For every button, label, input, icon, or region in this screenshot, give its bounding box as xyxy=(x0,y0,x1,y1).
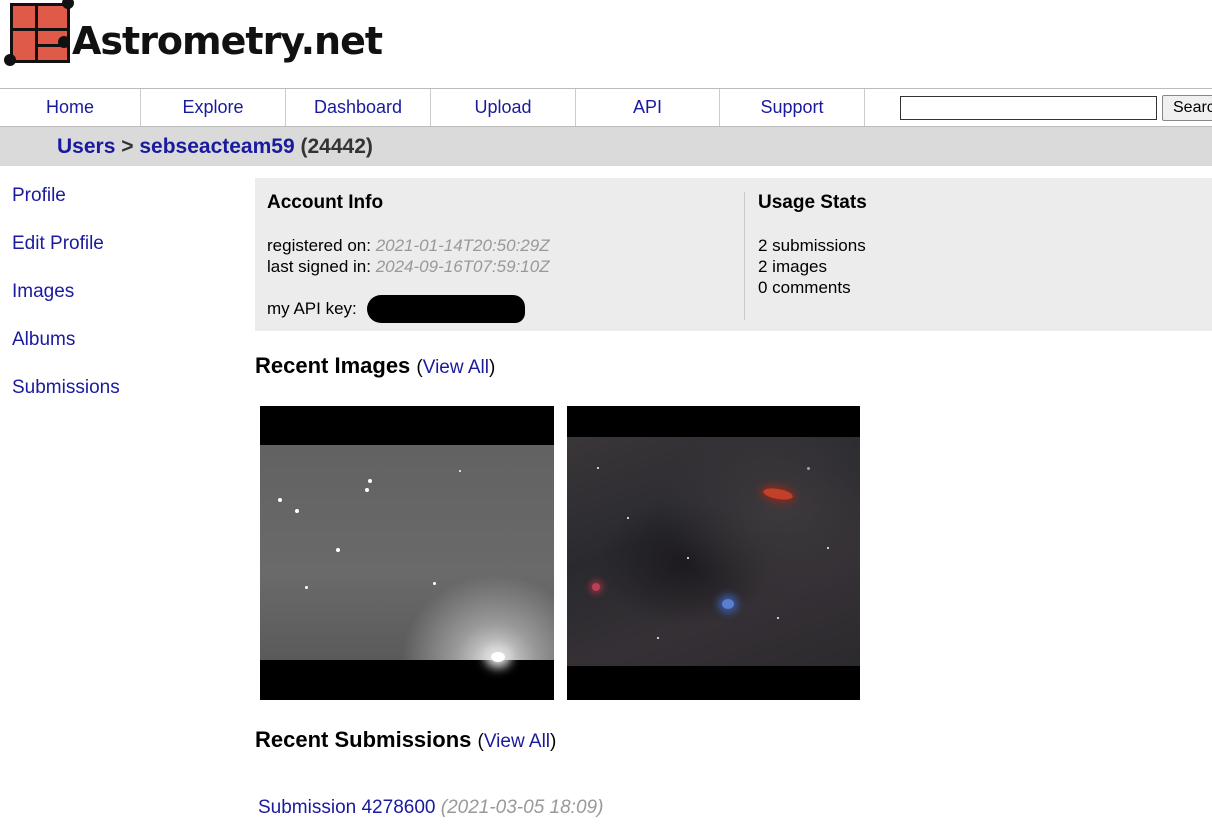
last-signed-in: last signed in: 2024-09-16T07:59:10Z xyxy=(267,257,550,277)
search-button[interactable]: Searc xyxy=(1162,95,1212,121)
signed-value: 2024-09-16T07:59:10Z xyxy=(375,257,550,276)
nav-upload[interactable]: Upload xyxy=(431,89,576,126)
breadcrumb-user-link[interactable]: sebseacteam59 xyxy=(139,135,294,158)
nav-support[interactable]: Support xyxy=(720,89,865,126)
breadcrumb-users-link[interactable]: Users xyxy=(57,135,115,158)
image-thumbnail[interactable] xyxy=(567,406,860,700)
submission-link[interactable]: Submission 4278600 xyxy=(258,797,435,818)
registered-on: registered on: 2021-01-14T20:50:29Z xyxy=(267,236,550,256)
panel-divider xyxy=(744,192,745,320)
logo-text: Astrometry.net xyxy=(72,19,383,63)
submission-date: (2021-03-05 18:09) xyxy=(440,797,604,818)
signed-label: last signed in: xyxy=(267,257,371,276)
recent-submissions-title: Recent Submissions (View All) xyxy=(255,727,556,753)
stat-images: 2 images xyxy=(758,257,827,276)
api-key-redaction xyxy=(367,295,525,323)
search-input[interactable] xyxy=(900,96,1157,120)
sidebar-item-images[interactable]: Images xyxy=(12,281,74,303)
recent-submissions-view-all: (View All) xyxy=(477,731,557,752)
api-key-label: my API key: xyxy=(267,299,357,318)
stat-comments: 0 comments xyxy=(758,278,851,297)
recent-images-view-all: (View All) xyxy=(416,357,496,378)
nav-explore[interactable]: Explore xyxy=(141,89,286,126)
sidebar-item-edit-profile[interactable]: Edit Profile xyxy=(12,233,104,255)
site-logo[interactable]: Astrometry.net xyxy=(4,0,383,80)
logo-dot-icon xyxy=(4,54,16,66)
recent-images-heading: Recent Images xyxy=(255,353,411,378)
recent-submissions-view-all-link[interactable]: View All xyxy=(484,731,550,752)
sidebar-item-profile[interactable]: Profile xyxy=(12,185,66,207)
breadcrumb-bar: Users > sebseacteam59 (24442) xyxy=(0,127,1212,166)
account-info-panel: Account Info registered on: 2021-01-14T2… xyxy=(255,178,1212,331)
starfield-image-gray xyxy=(260,445,554,662)
breadcrumb-separator: > xyxy=(121,135,134,158)
logo-grid-icon xyxy=(10,3,70,63)
account-info-heading: Account Info xyxy=(267,192,384,213)
breadcrumb-user-id: (24442) xyxy=(300,135,373,158)
nav-dashboard[interactable]: Dashboard xyxy=(286,89,431,126)
sidebar-item-submissions[interactable]: Submissions xyxy=(12,377,120,399)
nav-api[interactable]: API xyxy=(576,89,720,126)
stat-submissions: 2 submissions xyxy=(758,236,866,255)
recent-submissions-heading: Recent Submissions xyxy=(255,727,472,752)
breadcrumb: Users > sebseacteam59 (24442) xyxy=(57,135,373,159)
submission-item: Submission 4278600 (2021-03-05 18:09) xyxy=(258,797,603,819)
logo-dot-icon xyxy=(62,0,74,9)
registered-label: registered on: xyxy=(267,236,371,255)
registered-value: 2021-01-14T20:50:29Z xyxy=(375,236,550,255)
sidebar-item-albums[interactable]: Albums xyxy=(12,329,75,351)
image-thumbnail[interactable] xyxy=(260,406,554,700)
logo-dot-icon xyxy=(58,36,70,48)
starfield-image-color xyxy=(567,437,860,666)
usage-stats-heading: Usage Stats xyxy=(758,192,867,213)
nav-home[interactable]: Home xyxy=(0,89,141,126)
recent-images-title: Recent Images (View All) xyxy=(255,353,495,379)
recent-images-view-all-link[interactable]: View All xyxy=(423,357,489,378)
